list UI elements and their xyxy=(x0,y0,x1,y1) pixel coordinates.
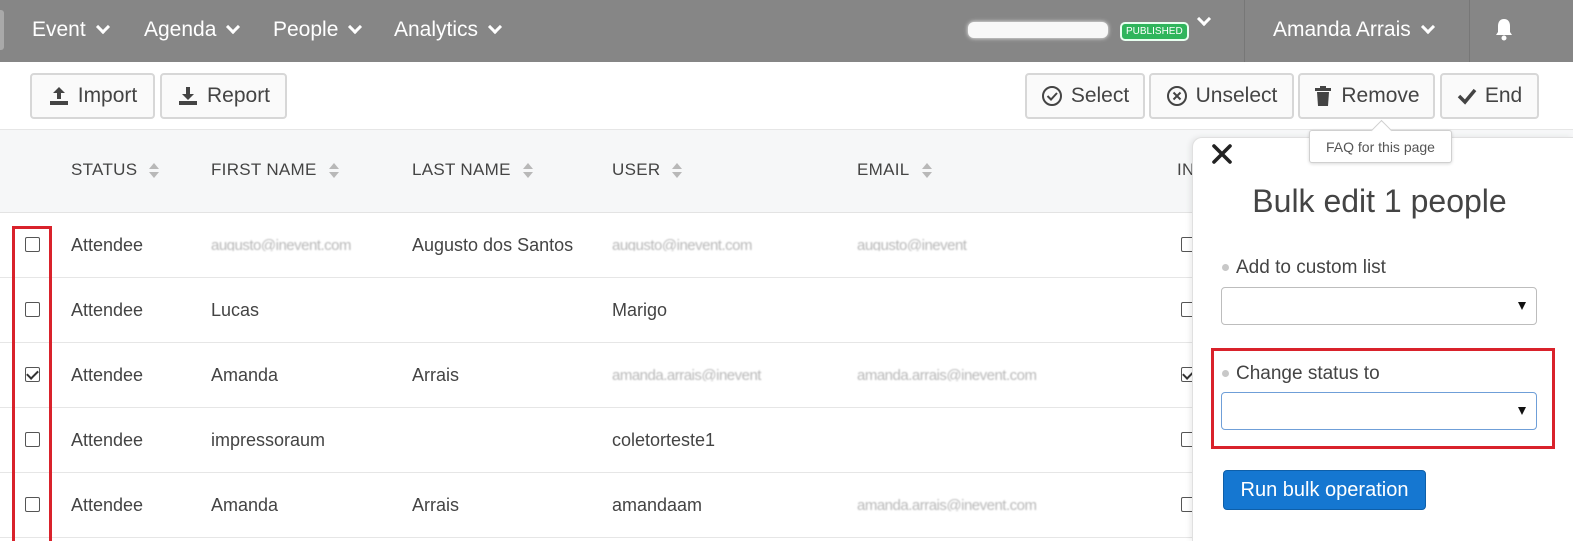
nav-people[interactable]: People xyxy=(273,18,363,42)
end-label: End xyxy=(1484,84,1523,107)
action-toolbar: Import Report Select Unselect Remove End xyxy=(0,62,1573,130)
cell-first-name: Lucas xyxy=(211,300,260,320)
cell-first-name: Amanda xyxy=(211,495,279,515)
nav-event-label: Event xyxy=(32,18,86,41)
nav-divider xyxy=(1469,0,1470,62)
change-status-highlight xyxy=(1211,348,1555,449)
cell-user: coletorteste1 xyxy=(612,430,716,450)
published-status-badge: PUBLISHED xyxy=(1120,22,1189,41)
chevron-down-icon xyxy=(226,19,241,35)
nav-event[interactable]: Event xyxy=(32,18,110,42)
unselect-button[interactable]: Unselect xyxy=(1149,73,1294,119)
report-label: Report xyxy=(206,84,271,107)
event-name-redacted[interactable] xyxy=(968,22,1108,38)
chevron-down-icon xyxy=(95,19,110,35)
dropdown-arrow-icon xyxy=(1518,302,1526,310)
cell-status: Attendee xyxy=(71,365,144,385)
trash-icon xyxy=(1315,86,1332,106)
run-bulk-operation-button[interactable]: Run bulk operation xyxy=(1223,470,1426,510)
nav-edge-handle[interactable] xyxy=(0,10,4,50)
sort-icon[interactable] xyxy=(921,162,932,178)
sort-icon[interactable] xyxy=(149,162,160,178)
report-button[interactable]: Report xyxy=(160,73,287,119)
checkbox-column-highlight xyxy=(12,226,52,541)
unselect-label: Unselect xyxy=(1195,84,1278,107)
cell-email-redacted: amanda.arrais@inevent.com xyxy=(857,367,1037,381)
download-icon xyxy=(178,87,197,105)
cell-email-redacted: amanda.arrais@inevent.com xyxy=(857,497,1037,511)
column-header-user[interactable]: USER xyxy=(612,160,683,180)
sort-icon[interactable] xyxy=(328,162,339,178)
cell-status: Attendee xyxy=(71,430,144,450)
check-circle-icon xyxy=(1041,86,1062,106)
cell-status: Attendee xyxy=(71,300,144,320)
chevron-down-icon xyxy=(487,19,503,35)
bullet-icon xyxy=(1222,264,1229,271)
column-header-label: USER xyxy=(612,160,661,179)
column-header-last-name[interactable]: LAST NAME xyxy=(412,160,533,180)
custom-list-label: Add to custom list xyxy=(1236,257,1386,278)
cell-last-name: Arrais xyxy=(412,365,460,385)
panel-title: Bulk edit 1 people xyxy=(1252,183,1507,219)
cell-last-name: Arrais xyxy=(412,495,460,515)
cell-first-name: Amanda xyxy=(211,365,279,385)
chevron-down-icon xyxy=(348,19,363,35)
x-circle-icon xyxy=(1166,86,1187,106)
cell-user: Marigo xyxy=(612,300,668,320)
column-header-label: STATUS xyxy=(71,160,138,179)
remove-button[interactable]: Remove xyxy=(1298,73,1435,119)
cell-last-name: Augusto dos Santos xyxy=(412,235,574,255)
event-dropdown-toggle[interactable] xyxy=(1195,11,1212,27)
top-navigation-bar: Event Agenda People Analytics PUBLISHED … xyxy=(0,0,1573,62)
remove-label: Remove xyxy=(1341,84,1420,107)
custom-list-select[interactable] xyxy=(1221,287,1537,325)
sort-icon[interactable] xyxy=(522,162,533,178)
nav-people-label: People xyxy=(273,18,339,41)
nav-agenda[interactable]: Agenda xyxy=(144,18,241,42)
close-icon[interactable] xyxy=(1210,142,1234,166)
column-header-email[interactable]: EMAIL xyxy=(857,160,932,180)
nav-analytics-label: Analytics xyxy=(394,18,479,41)
end-button[interactable]: End xyxy=(1440,73,1539,119)
cell-first-name-redacted: augusto@inevent.com xyxy=(211,237,351,251)
chevron-down-icon xyxy=(1196,11,1212,27)
column-header-label: LAST NAME xyxy=(412,160,511,179)
column-header-status[interactable]: STATUS xyxy=(71,160,160,180)
nav-divider xyxy=(1244,0,1245,62)
cell-user-redacted: augusto@inevent.com xyxy=(612,237,752,251)
cell-email-redacted: augusto@inevent xyxy=(857,237,967,251)
cell-user-redacted: amanda.arrais@inevent xyxy=(612,367,761,381)
sort-icon[interactable] xyxy=(672,162,683,178)
column-header-label: FIRST NAME xyxy=(211,160,317,179)
cell-user: amandaam xyxy=(612,495,703,515)
column-header-label: EMAIL xyxy=(857,160,910,179)
nav-analytics[interactable]: Analytics xyxy=(394,18,503,42)
checkmark-icon xyxy=(1457,88,1477,105)
select-button[interactable]: Select xyxy=(1025,73,1145,119)
chevron-down-icon xyxy=(1420,19,1435,35)
import-button[interactable]: Import xyxy=(30,73,155,119)
cell-status: Attendee xyxy=(71,495,144,515)
cell-first-name: impressoraum xyxy=(211,430,326,450)
cell-status: Attendee xyxy=(71,235,144,255)
column-header-first-name[interactable]: FIRST NAME xyxy=(211,160,339,180)
import-label: Import xyxy=(77,84,138,107)
bell-icon[interactable] xyxy=(1494,17,1514,41)
faq-tooltip: FAQ for this page xyxy=(1309,130,1452,163)
user-menu[interactable]: Amanda Arrais xyxy=(1273,18,1435,42)
nav-agenda-label: Agenda xyxy=(144,18,217,41)
select-label: Select xyxy=(1070,84,1130,107)
user-name: Amanda Arrais xyxy=(1273,18,1411,41)
upload-icon xyxy=(49,87,68,105)
